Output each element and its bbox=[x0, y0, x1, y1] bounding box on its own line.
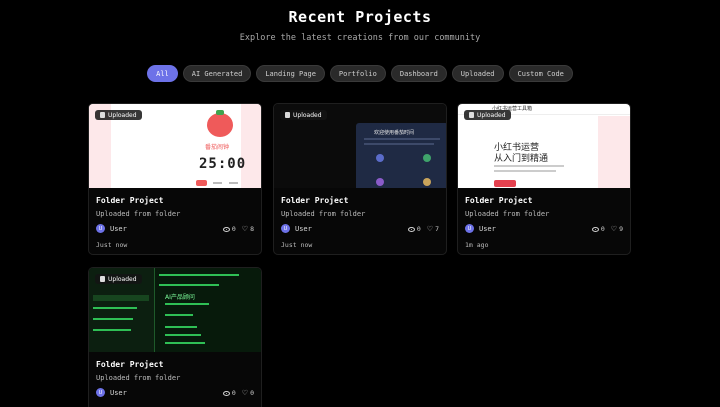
avatar: U bbox=[96, 224, 105, 233]
uploaded-badge: Uploaded bbox=[95, 110, 142, 120]
card-stats: 0 ♡ 9 bbox=[591, 225, 623, 233]
project-card[interactable]: 欢迎使用番茄时间 Uploaded Folder Project Uploade… bbox=[273, 103, 447, 255]
card-title: Folder Project bbox=[96, 196, 164, 205]
page-subtitle: Explore the latest creations from our co… bbox=[239, 33, 481, 43]
eye-icon bbox=[591, 226, 599, 232]
card-author: U User bbox=[281, 224, 312, 233]
project-thumbnail: 番茄闹钟 25:00 Uploaded bbox=[89, 104, 261, 188]
avatar: U bbox=[96, 388, 105, 397]
heart-icon[interactable]: ♡ bbox=[611, 225, 617, 233]
card-timestamp: Just now bbox=[96, 241, 128, 249]
document-icon bbox=[285, 112, 290, 118]
tomato-icon bbox=[207, 113, 233, 137]
avatar: U bbox=[281, 224, 290, 233]
uploaded-badge: Uploaded bbox=[280, 110, 327, 120]
project-thumbnail: AI产品顾问 Uploaded bbox=[89, 268, 261, 352]
feature-icon bbox=[423, 178, 431, 186]
project-card[interactable]: AI产品顾问 Uploaded Folder Project Uploaded … bbox=[88, 267, 262, 407]
filter-landing-page[interactable]: Landing Page bbox=[256, 65, 325, 82]
cta-button bbox=[494, 180, 516, 187]
card-stats: 0 ♡ 0 bbox=[222, 389, 254, 397]
heart-icon[interactable]: ♡ bbox=[427, 225, 433, 233]
card-description: Uploaded from folder bbox=[96, 210, 181, 218]
filter-custom-code[interactable]: Custom Code bbox=[508, 65, 573, 82]
card-title: Folder Project bbox=[465, 196, 533, 205]
filter-ai-generated[interactable]: AI Generated bbox=[182, 65, 252, 82]
card-description: Uploaded from folder bbox=[96, 374, 181, 382]
hero-headline: 从入门到精通 bbox=[494, 154, 549, 164]
eye-icon bbox=[222, 226, 230, 232]
feature-icon bbox=[376, 154, 384, 162]
feature-icon bbox=[423, 154, 431, 162]
card-stats: 0 ♡ 7 bbox=[407, 225, 439, 233]
card-author: U User bbox=[96, 224, 127, 233]
filter-dashboard[interactable]: Dashboard bbox=[390, 65, 447, 82]
card-author: U User bbox=[465, 224, 496, 233]
filter-uploaded[interactable]: Uploaded bbox=[451, 65, 504, 82]
document-icon bbox=[100, 112, 105, 118]
card-timestamp: Just now bbox=[281, 241, 313, 249]
avatar: U bbox=[465, 224, 474, 233]
app-title: 欢迎使用番茄时间 bbox=[374, 130, 415, 136]
project-card[interactable]: 番茄闹钟 25:00 Uploaded Folder Project Uploa… bbox=[88, 103, 262, 255]
filter-all[interactable]: All bbox=[147, 65, 178, 82]
document-icon bbox=[100, 276, 105, 282]
card-author: U User bbox=[96, 388, 127, 397]
eye-icon bbox=[222, 390, 230, 396]
project-thumbnail: 欢迎使用番茄时间 Uploaded bbox=[274, 104, 446, 188]
page-title: Recent Projects bbox=[288, 8, 432, 26]
card-timestamp: 1m ago bbox=[465, 241, 489, 249]
heart-icon[interactable]: ♡ bbox=[242, 225, 248, 233]
document-icon bbox=[469, 112, 474, 118]
uploaded-badge: Uploaded bbox=[95, 274, 142, 284]
filter-portfolio[interactable]: Portfolio bbox=[329, 65, 386, 82]
app-title: AI产品顾问 bbox=[165, 294, 195, 301]
card-title: Folder Project bbox=[96, 360, 164, 369]
card-description: Uploaded from folder bbox=[465, 210, 550, 218]
eye-icon bbox=[407, 226, 415, 232]
card-stats: 0 ♡ 8 bbox=[222, 225, 254, 233]
app-title: 番茄闹钟 bbox=[205, 144, 230, 151]
filter-bar: All AI Generated Landing Page Portfolio … bbox=[0, 65, 720, 82]
feature-icon bbox=[376, 178, 384, 186]
heart-icon[interactable]: ♡ bbox=[242, 389, 248, 397]
card-description: Uploaded from folder bbox=[281, 210, 366, 218]
card-title: Folder Project bbox=[281, 196, 349, 205]
uploaded-badge: Uploaded bbox=[464, 110, 511, 120]
project-card[interactable]: 小红书运营工具箱 小红书运营 从入门到精通 Uploaded Folder Pr… bbox=[457, 103, 631, 255]
timer-display: 25:00 bbox=[199, 156, 247, 172]
project-thumbnail: 小红书运营工具箱 小红书运营 从入门到精通 Uploaded bbox=[458, 104, 630, 188]
